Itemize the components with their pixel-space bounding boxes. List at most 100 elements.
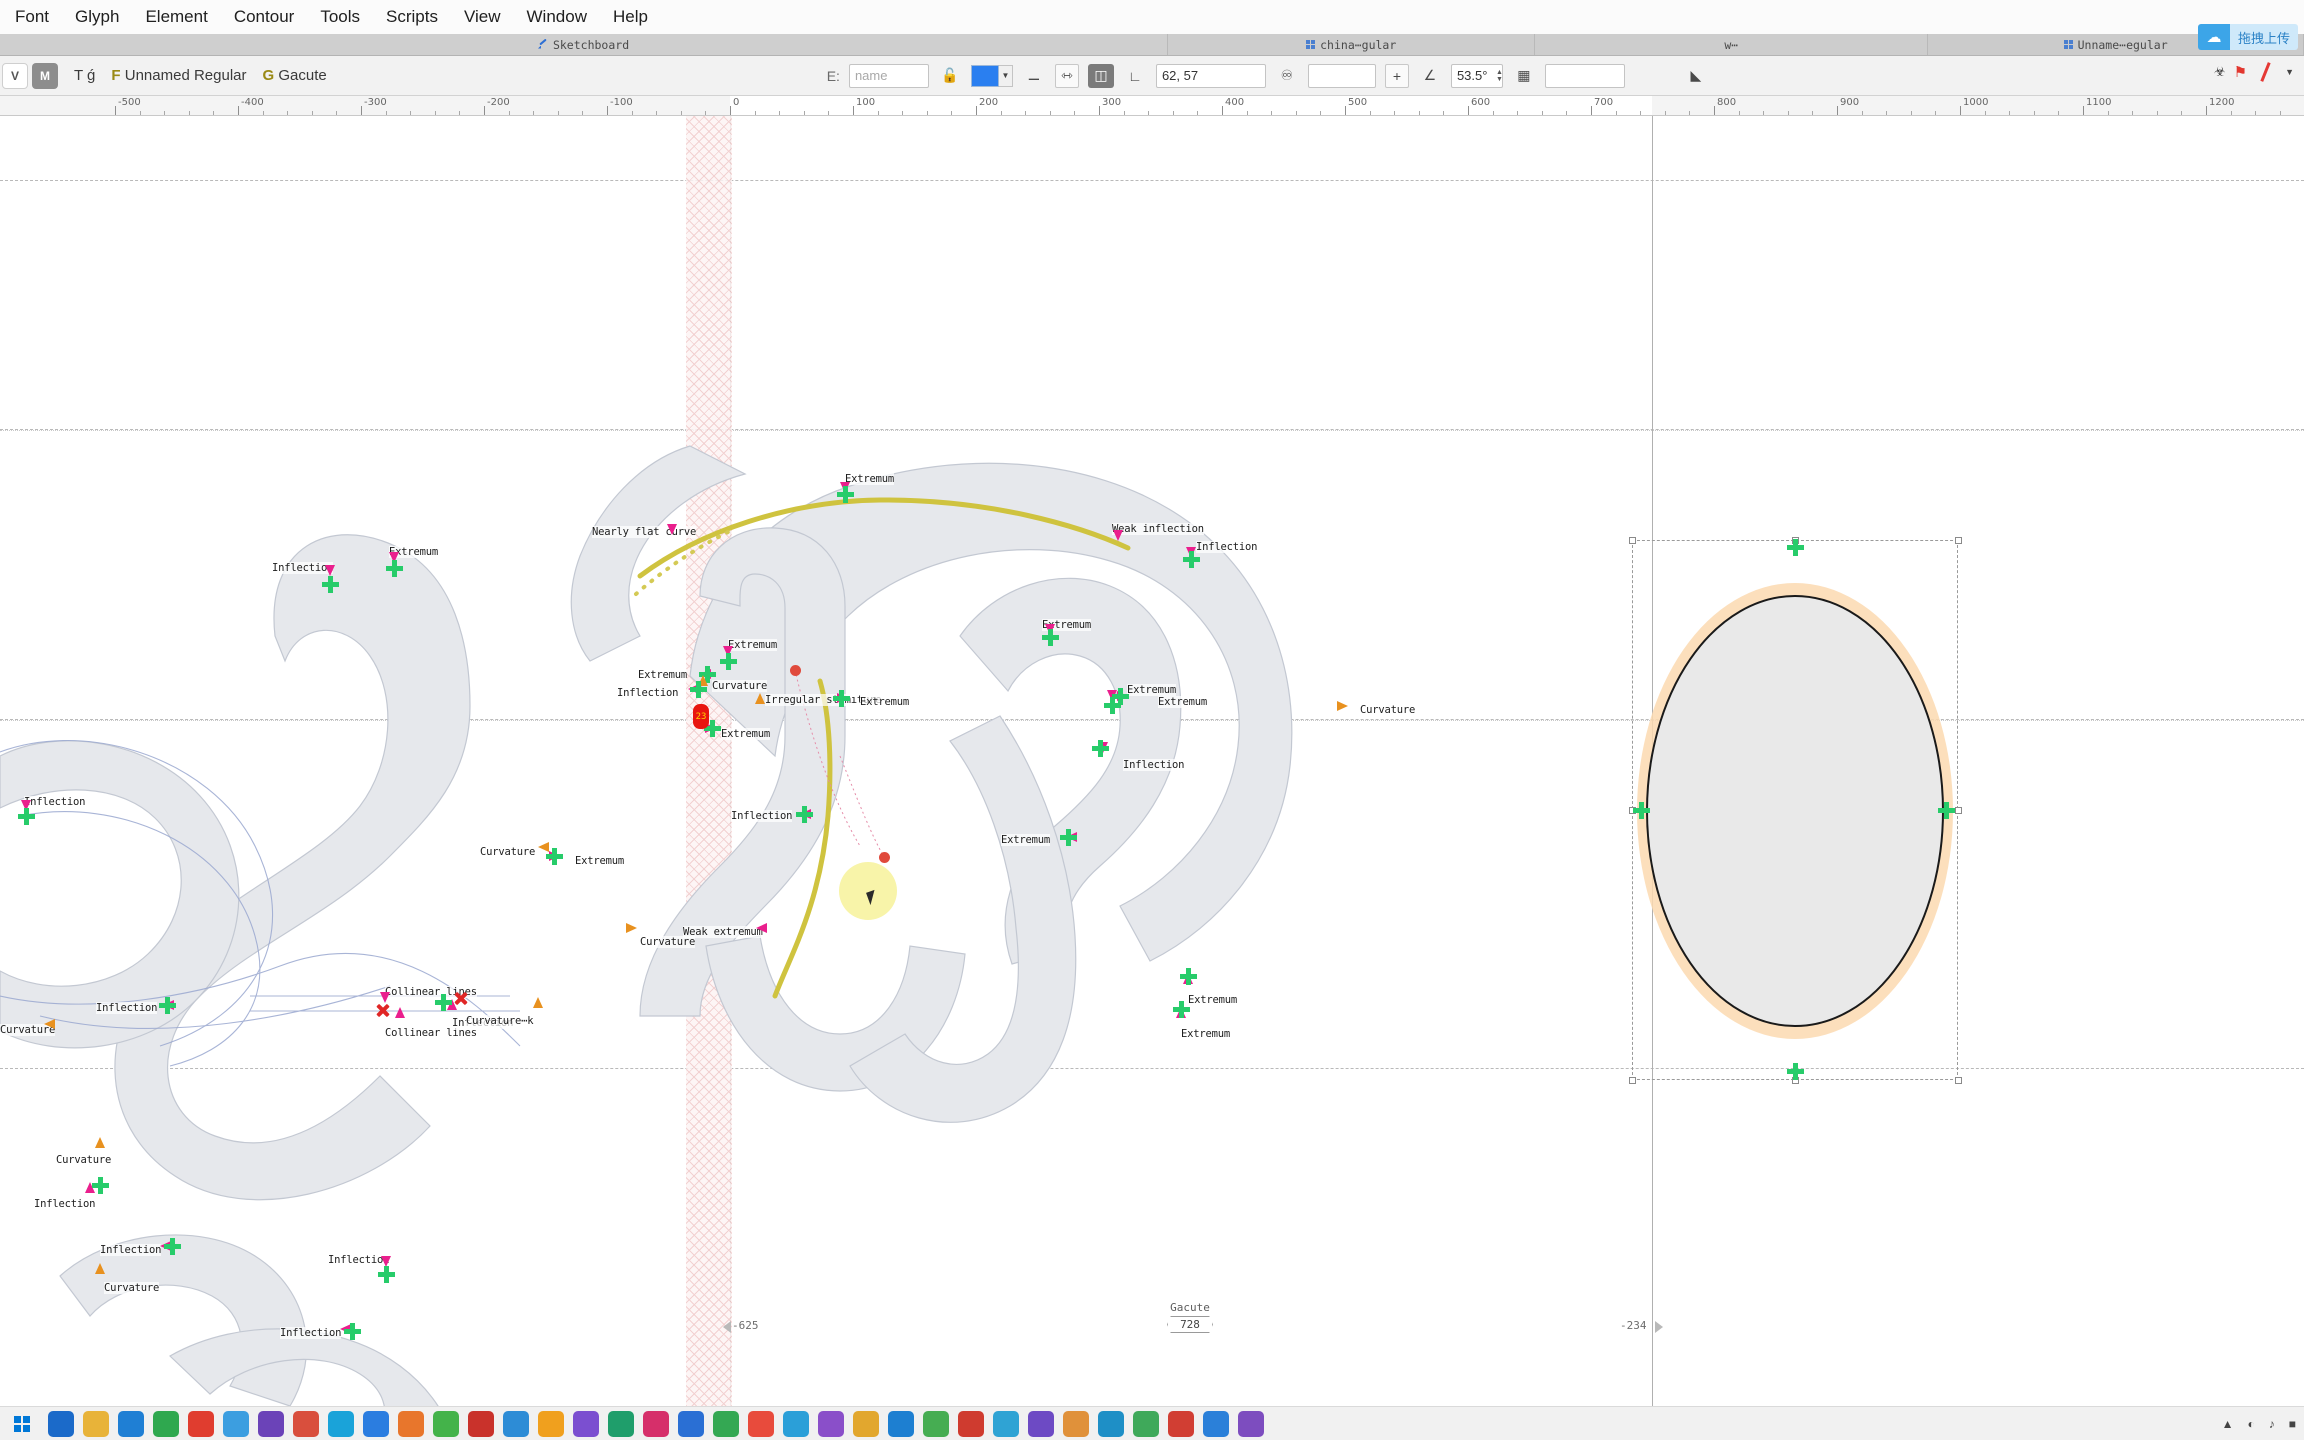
taskbar-app-icon[interactable]: [853, 1410, 879, 1437]
align-icon[interactable]: ⇿: [1054, 63, 1079, 88]
taskbar-app-icon[interactable]: [783, 1410, 809, 1437]
node-point-marker[interactable]: [689, 680, 707, 698]
horizontal-ruler[interactable]: -500 -400 -300 -200 -100 0 100 200 300 400 500 600 7…: [0, 96, 2304, 116]
node-point-marker[interactable]: [163, 1237, 181, 1255]
taskbar-app-icon[interactable]: [83, 1410, 109, 1437]
menu-item-view[interactable]: View: [451, 5, 514, 29]
menu-item-help[interactable]: Help: [600, 5, 661, 29]
volume-icon[interactable]: ♪: [2269, 1417, 2275, 1431]
red-flag-icon[interactable]: ⚑: [2234, 63, 2247, 81]
taskbar-app-icon[interactable]: [363, 1410, 389, 1437]
anchor-icon[interactable]: ♾: [1275, 64, 1299, 88]
tab-sketchboard[interactable]: Sketchboard: [0, 34, 1169, 55]
node-point-marker[interactable]: [719, 652, 737, 670]
taskbar-app-icon[interactable]: [503, 1410, 529, 1437]
taskbar-app-icon[interactable]: [888, 1410, 914, 1437]
taskbar-app-icon[interactable]: [398, 1410, 424, 1437]
add-button[interactable]: +: [1384, 63, 1409, 88]
taskbar-app-icon[interactable]: [1203, 1410, 1229, 1437]
node-point-marker[interactable]: [836, 485, 854, 503]
taskbar-app-icon[interactable]: [993, 1410, 1019, 1437]
glyph-width-badge[interactable]: 728: [1167, 1316, 1213, 1333]
error-point-marker[interactable]: [375, 1003, 390, 1018]
ink-drop-icon[interactable]: ◣: [1684, 64, 1708, 88]
selection-handle[interactable]: [1954, 1076, 1962, 1084]
anchor-input[interactable]: [1307, 63, 1376, 88]
calc-input[interactable]: [1544, 63, 1625, 88]
node-point-marker[interactable]: [1172, 1000, 1190, 1018]
taskbar-app-icon[interactable]: [538, 1410, 564, 1437]
taskbar-app-icon[interactable]: [573, 1410, 599, 1437]
selection-handle[interactable]: [1628, 1076, 1636, 1084]
taskbar-app-icon[interactable]: [958, 1410, 984, 1437]
red-pen-icon[interactable]: [2255, 62, 2277, 82]
right-sidebearing-handle[interactable]: [1655, 1321, 1663, 1333]
select-tool-button[interactable]: V: [2, 62, 28, 89]
taskbar-app-icon[interactable]: [1133, 1410, 1159, 1437]
rss-icon[interactable]: ☣: [2214, 64, 2226, 80]
selection-handle[interactable]: [1954, 536, 1962, 544]
rotation-stepper[interactable]: ▲ ▼: [1496, 69, 1503, 83]
selection-bounding-box[interactable]: [1632, 540, 1958, 1080]
taskbar-app-icon[interactable]: [748, 1410, 774, 1437]
tab-china[interactable]: china⋯gular: [1168, 34, 1536, 55]
taskbar-app-icon[interactable]: [1028, 1410, 1054, 1437]
node-point-marker[interactable]: [1091, 739, 1109, 757]
menu-item-glyph[interactable]: Glyph: [62, 5, 132, 29]
battery-icon[interactable]: ■: [2289, 1417, 2296, 1431]
node-extremum-bottom[interactable]: [1786, 1062, 1804, 1080]
lock-open-icon[interactable]: 🔓: [938, 64, 962, 88]
taskbar-app-icon[interactable]: [818, 1410, 844, 1437]
node-point-marker[interactable]: [1179, 967, 1197, 985]
chevron-down-icon[interactable]: ▼: [2285, 67, 2294, 77]
taskbar-app-icon[interactable]: [48, 1410, 74, 1437]
control-handle-point[interactable]: [878, 851, 890, 863]
node-point-marker[interactable]: [321, 575, 339, 593]
node-point-marker[interactable]: [1059, 828, 1077, 846]
node-point-marker[interactable]: [545, 847, 563, 865]
taskbar-app-icon[interactable]: [258, 1410, 284, 1437]
taskbar-app-icon[interactable]: [1238, 1410, 1264, 1437]
windows-icon[interactable]: [0, 1407, 44, 1440]
taskbar-app-icon[interactable]: [293, 1410, 319, 1437]
node-point-marker[interactable]: [832, 689, 850, 707]
menu-item-window[interactable]: Window: [514, 5, 600, 29]
menu-item-scripts[interactable]: Scripts: [373, 5, 451, 29]
node-point-marker[interactable]: [434, 993, 452, 1011]
taskbar-app-icon[interactable]: [1168, 1410, 1194, 1437]
wifi-icon[interactable]: ◐: [2248, 1417, 2255, 1431]
node-point-marker[interactable]: [377, 1265, 395, 1283]
tab-w[interactable]: w⋯: [1535, 34, 1929, 55]
taskbar-app-icon[interactable]: [118, 1410, 144, 1437]
up-chevron-icon[interactable]: ▲: [2222, 1417, 2234, 1431]
selection-handle[interactable]: [1954, 806, 1962, 814]
node-point-marker[interactable]: [91, 1176, 109, 1194]
taskbar-app-icon[interactable]: [433, 1410, 459, 1437]
measure-tool-button[interactable]: M: [32, 62, 58, 89]
taskbar-app-icon[interactable]: [188, 1410, 214, 1437]
node-point-marker[interactable]: [1041, 628, 1059, 646]
taskbar-app-icon[interactable]: [328, 1410, 354, 1437]
dashed-line-icon[interactable]: ⚊: [1022, 64, 1046, 88]
taskbar-app-icon[interactable]: [678, 1410, 704, 1437]
node-point-marker[interactable]: [1182, 550, 1200, 568]
menu-item-tools[interactable]: Tools: [307, 5, 373, 29]
error-point-marker[interactable]: [453, 991, 468, 1006]
taskbar-app-icon[interactable]: [923, 1410, 949, 1437]
taskbar-app-icon[interactable]: [1063, 1410, 1089, 1437]
coordinates-input[interactable]: [1155, 63, 1266, 88]
menu-item-font[interactable]: Font: [2, 5, 62, 29]
taskbar-app-icon[interactable]: [223, 1410, 249, 1437]
taskbar-app-icon[interactable]: [713, 1410, 739, 1437]
color-swatch[interactable]: [970, 64, 999, 87]
glyph-canvas[interactable]: Extremum Nearly flat curve Weak inflection…: [0, 116, 2304, 1416]
element-name-input[interactable]: [848, 63, 929, 88]
calculator-icon[interactable]: ▦: [1512, 64, 1536, 88]
taskbar-app-icon[interactable]: [643, 1410, 669, 1437]
taskbar-app-icon[interactable]: [153, 1410, 179, 1437]
ruler-icon[interactable]: ◫: [1087, 63, 1114, 88]
selection-handle[interactable]: [1628, 536, 1636, 544]
taskbar-app-icon[interactable]: [608, 1410, 634, 1437]
node-count-badge[interactable]: 23: [693, 704, 709, 729]
node-extremum-right[interactable]: [1937, 801, 1955, 819]
